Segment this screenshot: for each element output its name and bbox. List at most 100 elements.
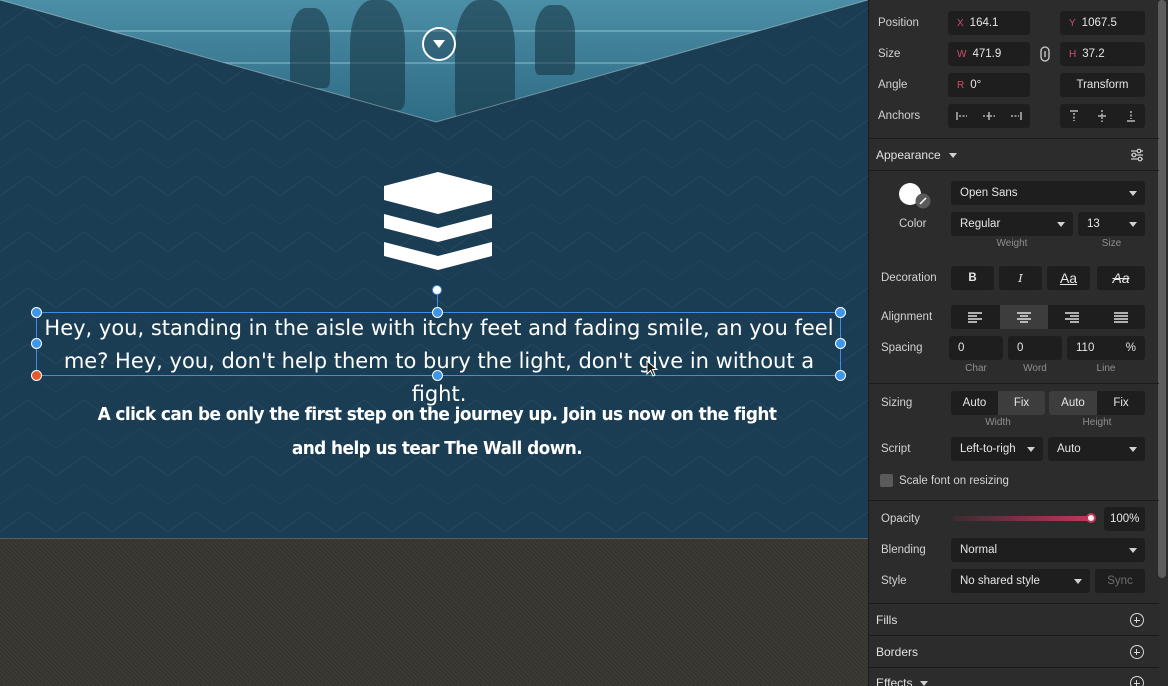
style-label: Style xyxy=(881,575,907,587)
layers-stack-icon xyxy=(384,172,492,270)
fills-section-header[interactable]: Fills xyxy=(876,613,897,627)
add-effect-icon[interactable] xyxy=(1130,676,1144,686)
y-prefix: Y xyxy=(1069,18,1076,29)
position-x-field[interactable]: X 164.1 xyxy=(948,11,1030,35)
sync-button[interactable]: Sync xyxy=(1095,569,1145,593)
anchor-left-icon[interactable] xyxy=(948,104,975,128)
opacity-slider-knob[interactable] xyxy=(1086,513,1096,523)
opacity-slider[interactable] xyxy=(953,516,1091,521)
resize-handle-bottom-right[interactable] xyxy=(835,370,846,381)
text-direction-value: Left-to-righ xyxy=(960,443,1016,455)
char-spacing-field[interactable]: 0 xyxy=(949,336,1003,360)
align-center-icon[interactable] xyxy=(999,305,1048,329)
char-sublabel: Char xyxy=(965,363,987,374)
italic-button[interactable]: I xyxy=(999,266,1042,290)
line-spacing-field[interactable]: 110% xyxy=(1067,336,1145,360)
anchor-center-v-icon[interactable] xyxy=(1088,104,1116,128)
scale-font-label: Scale font on resizing xyxy=(899,475,1009,487)
appearance-section-header[interactable]: Appearance xyxy=(876,148,957,162)
cta-text-layer[interactable]: A click can be only the first step on th… xyxy=(83,398,792,466)
inspector-panel: Position X 164.1 Y 1067.5 Size W 471.9 H 37.… xyxy=(868,0,1168,686)
font-size-value: 13 xyxy=(1087,218,1100,230)
borders-section-header[interactable]: Borders xyxy=(876,645,918,659)
resize-handle-top-left[interactable] xyxy=(31,307,42,318)
text-case-button[interactable]: Aa xyxy=(1047,266,1090,290)
font-weight-select[interactable]: Regular xyxy=(951,212,1073,236)
spacing-label: Spacing xyxy=(881,342,923,354)
resize-handle-bottom-left[interactable] xyxy=(31,370,42,381)
angle-label: Angle xyxy=(878,79,908,91)
add-fill-icon[interactable] xyxy=(1130,613,1144,627)
resize-handle-top[interactable] xyxy=(432,307,443,318)
text-direction-select[interactable]: Left-to-righ xyxy=(951,437,1043,461)
chevron-down-icon xyxy=(1129,222,1137,227)
divider xyxy=(869,138,1159,139)
align-left-icon[interactable] xyxy=(951,305,1000,329)
weight-sublabel: Weight xyxy=(996,238,1028,249)
rotation-field[interactable]: R 0° xyxy=(948,73,1030,97)
appearance-settings-icon[interactable] xyxy=(1130,148,1144,162)
size-h-value: 37.2 xyxy=(1082,48,1105,60)
height-sizing-group: Auto Fix xyxy=(1049,391,1145,415)
word-spacing-field[interactable]: 0 xyxy=(1008,336,1062,360)
font-family-value: Open Sans xyxy=(960,187,1018,199)
font-weight-value: Regular xyxy=(960,218,1001,230)
vertical-anchors xyxy=(1060,104,1145,128)
position-x-value: 164.1 xyxy=(969,17,999,29)
effects-section-header[interactable]: Effects xyxy=(876,676,929,686)
eyedropper-icon[interactable] xyxy=(915,193,931,209)
divider xyxy=(869,635,1159,636)
size-w-field[interactable]: W 471.9 xyxy=(948,42,1030,66)
align-justify-icon[interactable] xyxy=(1097,305,1146,329)
height-auto-option[interactable]: Auto xyxy=(1049,391,1097,415)
ground-texture xyxy=(0,538,868,686)
opacity-field[interactable]: 100% xyxy=(1104,507,1145,531)
transform-button[interactable]: Transform xyxy=(1060,73,1145,97)
shared-style-select[interactable]: No shared style xyxy=(951,569,1090,593)
align-right-icon[interactable] xyxy=(1048,305,1097,329)
alignment-group xyxy=(951,305,1145,329)
height-fix-option[interactable]: Fix xyxy=(1097,391,1145,415)
horizontal-anchors xyxy=(948,104,1030,128)
size-h-field[interactable]: H 37.2 xyxy=(1060,42,1145,66)
color-label: Color xyxy=(899,218,927,230)
chevron-down-icon xyxy=(1129,548,1137,553)
line-spacing-value: 110 xyxy=(1076,342,1095,354)
strikethrough-button[interactable]: Aa xyxy=(1097,266,1145,290)
script-language-select[interactable]: Auto xyxy=(1048,437,1145,461)
width-auto-option[interactable]: Auto xyxy=(951,391,998,415)
resize-handle-bottom[interactable] xyxy=(432,370,443,381)
add-border-icon[interactable] xyxy=(1130,645,1144,659)
divider xyxy=(869,170,1159,171)
anchor-top-icon[interactable] xyxy=(1060,104,1088,128)
bold-button[interactable]: B xyxy=(951,266,994,290)
anchor-right-icon[interactable] xyxy=(1003,104,1030,128)
inspector-scrollbar[interactable] xyxy=(1158,0,1166,578)
lock-ratio-icon[interactable] xyxy=(1039,46,1051,62)
selected-text-layer[interactable]: Hey, you, standing in the aisle with itc… xyxy=(36,312,842,406)
chevron-down-icon xyxy=(1129,191,1137,196)
scale-font-checkbox[interactable] xyxy=(880,474,893,487)
chevron-down-icon xyxy=(1129,447,1137,452)
size-sublabel: Size xyxy=(1101,238,1122,249)
width-fix-option[interactable]: Fix xyxy=(998,391,1045,415)
chevron-down-icon xyxy=(1057,222,1065,227)
rotation-handle[interactable] xyxy=(432,285,442,295)
blending-select[interactable]: Normal xyxy=(951,538,1145,562)
font-size-select[interactable]: 13 xyxy=(1078,212,1145,236)
scroll-down-button[interactable] xyxy=(422,27,456,61)
position-y-field[interactable]: Y 1067.5 xyxy=(1060,11,1145,35)
design-canvas[interactable]: Hey, you, standing in the aisle with itc… xyxy=(0,0,868,686)
blending-value: Normal xyxy=(960,544,998,556)
anchor-center-h-icon[interactable] xyxy=(975,104,1002,128)
chevron-down-icon xyxy=(920,681,929,686)
resize-handle-right[interactable] xyxy=(835,338,846,349)
chevron-down-icon xyxy=(1027,447,1035,452)
line-spacing-unit: % xyxy=(1125,342,1136,354)
anchor-bottom-icon[interactable] xyxy=(1117,104,1145,128)
width-sizing-group: Auto Fix xyxy=(951,391,1045,415)
font-family-select[interactable]: Open Sans xyxy=(951,181,1145,205)
resize-handle-top-right[interactable] xyxy=(835,307,846,318)
resize-handle-left[interactable] xyxy=(31,338,42,349)
effects-label: Effects xyxy=(876,676,913,686)
